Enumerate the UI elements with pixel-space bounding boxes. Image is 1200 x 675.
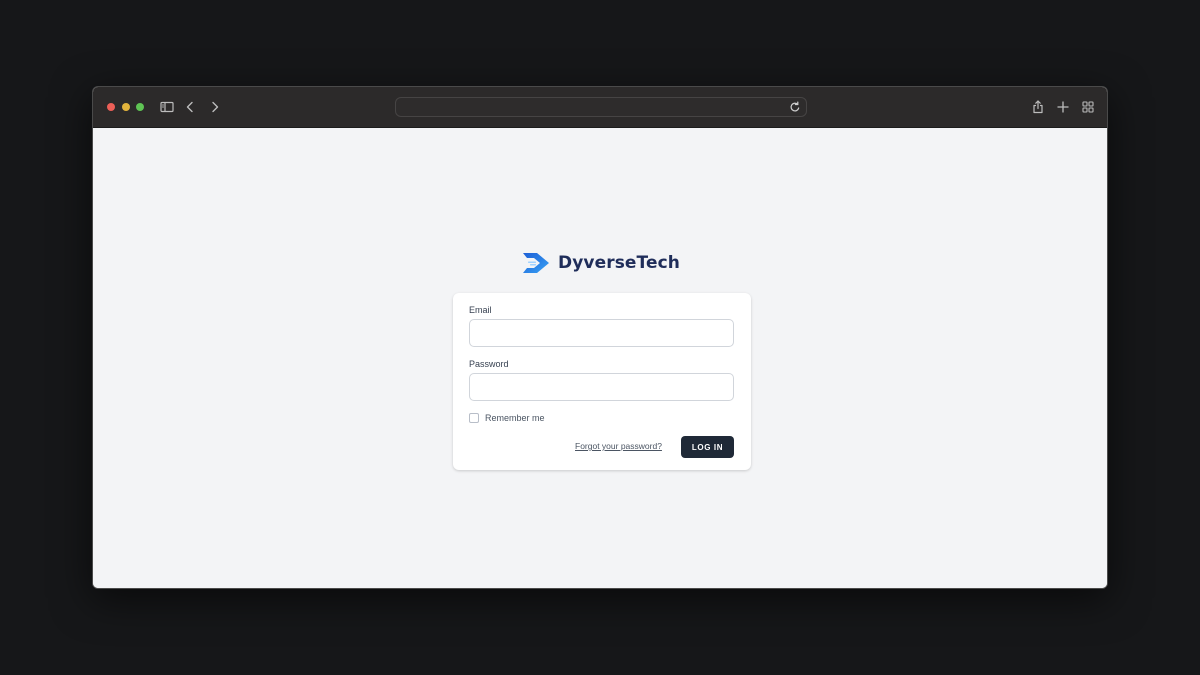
browser-window: DyverseTech Email Password Remember me F… xyxy=(92,86,1108,589)
grid-icon[interactable] xyxy=(1080,99,1096,115)
page-content: DyverseTech Email Password Remember me F… xyxy=(93,128,1107,588)
browser-toolbar xyxy=(93,87,1107,128)
brand-name: DyverseTech xyxy=(558,253,680,273)
email-label: Email xyxy=(469,305,492,315)
plus-icon[interactable] xyxy=(1055,99,1071,115)
login-button[interactable]: LOG IN xyxy=(681,436,734,458)
password-field[interactable] xyxy=(469,373,734,401)
forgot-password-link[interactable]: Forgot your password? xyxy=(575,441,662,451)
remember-me-label[interactable]: Remember me xyxy=(485,413,545,423)
address-bar[interactable] xyxy=(395,97,807,117)
zoom-window-button[interactable] xyxy=(136,103,144,111)
sidebar-icon[interactable] xyxy=(159,99,175,115)
share-icon[interactable] xyxy=(1030,99,1046,115)
email-field[interactable] xyxy=(469,319,734,347)
back-icon[interactable] xyxy=(182,99,198,115)
reload-icon[interactable] xyxy=(788,100,802,114)
login-card: Email Password Remember me Forgot your p… xyxy=(453,293,751,470)
remember-me-checkbox[interactable] xyxy=(469,413,479,423)
brand-logo[interactable]: DyverseTech xyxy=(521,250,680,276)
logo-mark-icon xyxy=(521,251,551,275)
minimize-window-button[interactable] xyxy=(122,103,130,111)
password-label: Password xyxy=(469,359,509,369)
forward-icon[interactable] xyxy=(207,99,223,115)
close-window-button[interactable] xyxy=(107,103,115,111)
